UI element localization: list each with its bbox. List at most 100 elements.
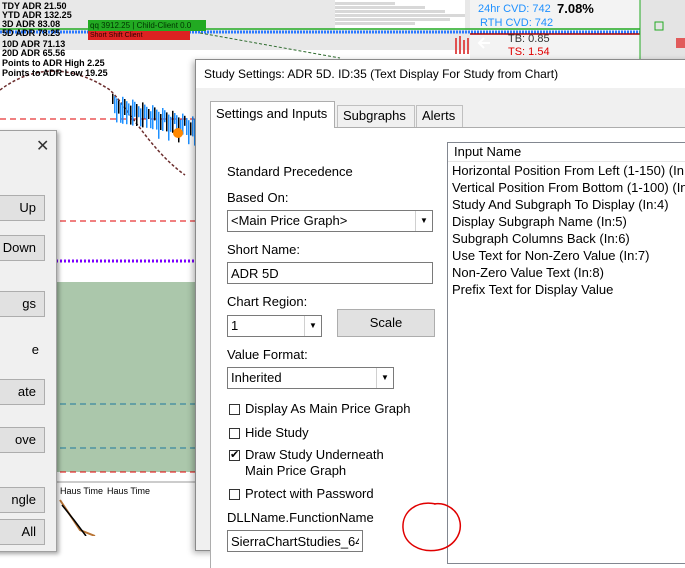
highlight-dot [173,128,183,138]
stat-points-to-adr-low: Points to ADR Low 19.25 [2,68,108,78]
close-icon[interactable]: ✕ [36,136,49,156]
candle [116,98,118,123]
partial-label-e: e [31,342,39,357]
candle [160,114,162,130]
input-list[interactable]: Input Name Horizontal Position From Left… [447,142,685,564]
candle [166,112,168,132]
input-list-item[interactable]: Non-Zero Value Text (In:8) [448,264,685,281]
stat-points-to-adr-high: Points to ADR High 2.25 [2,58,105,68]
settings-tab-pane: Standard Precedence Based On: <Main Pric… [210,127,685,568]
short-name-input[interactable] [227,262,433,284]
candle [152,105,154,130]
candle [184,115,186,126]
down-button[interactable]: Down [0,235,45,261]
protect-with-password-label: Protect with Password [245,486,374,501]
input-list-item[interactable]: Subgraph Columns Back (In:6) [448,230,685,247]
chevron-down-icon: ▼ [304,316,321,336]
protect-with-password-checkbox[interactable] [229,489,240,500]
chart-region-select[interactable]: 1 ▼ [227,315,322,337]
hide-study-checkbox[interactable] [229,428,240,439]
percent-change: 7.08% [557,1,594,16]
draw-study-underneath-label: Draw Study Underneath Main Price Graph [245,447,384,478]
standard-precedence-label: Standard Precedence [227,164,353,179]
dll-function-input[interactable] [227,530,363,552]
candle [150,111,152,129]
candle [112,94,114,104]
candle [120,102,122,123]
candle [122,96,124,124]
candle [146,106,148,128]
dll-function-label: DLLName.FunctionName [227,510,374,525]
input-list-item[interactable]: Display Subgraph Name (In:5) [448,213,685,230]
template-button[interactable]: ate [0,379,45,405]
input-list-item[interactable]: Vertical Position From Bottom (1-100) (I… [448,179,685,196]
candle [126,101,128,125]
scale-price-tag [676,38,685,48]
candle [142,102,144,128]
candle [158,111,160,139]
single-button[interactable]: ngle [0,487,45,513]
settings-button[interactable]: gs [0,291,45,317]
display-as-main-price-graph-label: Display As Main Price Graph [245,401,411,416]
candle [136,104,138,126]
dialog-title: Study Settings: ADR 5D. ID:35 (Text Disp… [204,67,559,81]
based-on-select[interactable]: <Main Price Graph> ▼ [227,210,433,232]
draw-study-underneath-checkbox[interactable] [229,448,240,461]
candle [124,99,126,115]
candle [170,116,172,132]
chevron-down-icon: ▼ [376,368,393,388]
candle [168,114,170,141]
display-as-main-price-graph-checkbox[interactable] [229,404,240,415]
candle [172,110,174,133]
value-format-select[interactable]: Inherited ▼ [227,367,394,389]
green-price-label: qq 3912.25 | Child-Client 0.0 [88,20,206,31]
input-list-rows: Horizontal Position From Left (1-150) (I… [448,162,685,298]
up-button[interactable]: Up [0,195,45,221]
chevron-down-icon: ▼ [415,211,432,231]
ts-value: TS: 1.54 [508,46,550,58]
value-format-value: Inherited [231,370,282,385]
short-name-label: Short Name: [227,242,300,257]
candle [144,104,146,119]
based-on-label: Based On: [227,190,289,205]
dialog-titlebar[interactable]: Study Settings: ADR 5D. ID:35 (Text Disp… [196,60,685,88]
candle [192,116,194,137]
candle [130,105,132,125]
candle [156,109,158,130]
stat-5d-adr: 5D ADR 78.25 [2,28,61,38]
candle [138,106,140,118]
cvd-rth: RTH CVD: 742 [480,17,554,29]
all-button[interactable]: All [0,519,45,545]
tab-subgraphs[interactable]: Subgraphs [337,105,415,127]
input-list-item[interactable]: Prefix Text for Display Value [448,281,685,298]
cvd-24hr: 24hr CVD: 742 [478,3,551,15]
input-list-item[interactable]: Use Text for Non-Zero Value (In:7) [448,247,685,264]
candle [128,103,130,116]
red-price-label: Short Shift Client [88,31,190,40]
tb-value: TB: 0.85 [508,33,550,45]
remove-button[interactable]: ove [0,427,45,453]
candle [148,109,150,119]
tab-alerts[interactable]: Alerts [416,105,463,127]
input-list-item[interactable]: Study And Subgraph To Display (In:4) [448,196,685,213]
candle [114,96,116,114]
candle [140,108,142,127]
value-format-label: Value Format: [227,347,308,362]
stat-20d-adr: 20D ADR 65.56 [2,48,66,58]
input-list-item[interactable]: Horizontal Position From Left (1-150) (I… [448,162,685,179]
candle [118,100,120,114]
input-name-column-header[interactable]: Input Name [448,143,685,162]
based-on-value: <Main Price Graph> [231,213,348,228]
candle [174,113,176,124]
scale-button[interactable]: Scale [337,309,435,337]
hide-study-label: Hide Study [245,425,309,440]
left-tool-panel: ✕ Up Down gs e ate ove ngle All [0,130,57,552]
chart-region-label: Chart Region: [227,294,308,309]
haus-time-label-2: Haus Time [107,486,151,496]
tab-settings-and-inputs[interactable]: Settings and Inputs [210,101,335,128]
candle [132,99,134,126]
candle [186,118,188,135]
candle [134,101,136,117]
candle [154,107,156,121]
study-settings-dialog: Study Settings: ADR 5D. ID:35 (Text Disp… [195,59,685,568]
